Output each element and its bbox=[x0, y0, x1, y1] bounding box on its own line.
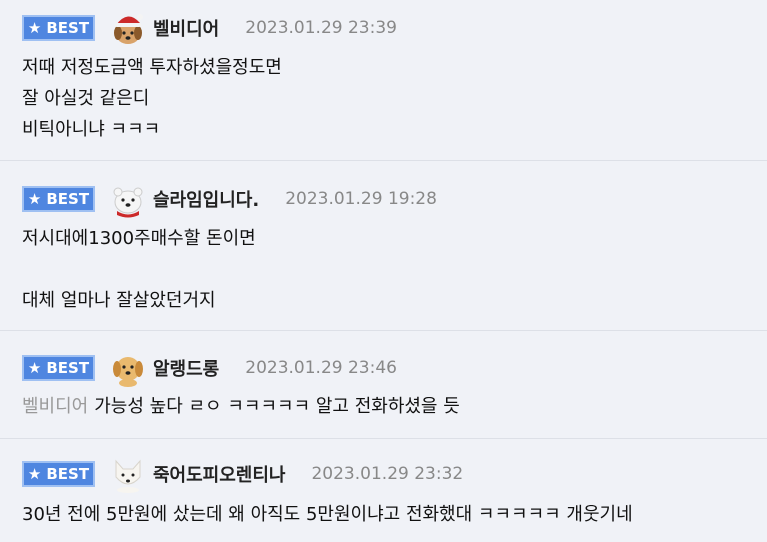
puppy-with-santa-hat-icon[interactable] bbox=[109, 9, 147, 47]
star-icon: ★ bbox=[27, 18, 42, 37]
comment-line: 30년 전에 5만원에 샀는데 왜 아직도 5만원이냐고 전화했대 ㅋㅋㅋㅋㅋ … bbox=[22, 504, 633, 525]
comment-date: 2023.01.29 19:28 bbox=[285, 189, 437, 209]
star-icon: ★ bbox=[27, 464, 42, 483]
best-badge: ★ BEST bbox=[22, 186, 95, 212]
comment-date: 2023.01.29 23:39 bbox=[245, 18, 397, 38]
comment-header: ★ BEST 알랭드롱 2023.01.29 23:46 bbox=[22, 349, 397, 387]
comment-body: 30년 전에 5만원에 샀는데 왜 아직도 5만원이냐고 전화했대 ㅋㅋㅋㅋㅋ … bbox=[22, 499, 633, 530]
star-icon: ★ bbox=[27, 358, 42, 377]
comment-date: 2023.01.29 23:32 bbox=[311, 464, 464, 484]
best-badge: ★ BEST bbox=[22, 461, 95, 487]
reply-mention[interactable]: 벨비디어 bbox=[22, 396, 88, 417]
comment-author[interactable]: 벨비디어 bbox=[153, 15, 219, 41]
comment-line bbox=[22, 254, 256, 285]
comment-line: 대체 얼마나 잘살았던거지 bbox=[22, 290, 216, 311]
comment-author[interactable]: 죽어도피오렌티나 bbox=[153, 461, 285, 487]
comment-item: ★ BEST 죽어도피오렌티나 2023.01.29 23:32 30년 전에 … bbox=[0, 439, 767, 542]
star-icon: ★ bbox=[27, 189, 42, 208]
comment-line: 비틱아니냐 ㅋㅋㅋ bbox=[22, 119, 161, 140]
comment-line: 저때 저정도금액 투자하셨을정도면 bbox=[22, 57, 282, 78]
comment-line: 저시대에1300주매수할 돈이면 bbox=[22, 228, 256, 249]
comment-item: ★ BEST 벨비디어 2023.01.29 23:39 저때 저정도금액 투자… bbox=[0, 0, 767, 161]
comment-header: ★ BEST 죽어도피오렌티나 2023.01.29 23:32 bbox=[22, 455, 463, 493]
comment-body: 벨비디어 가능성 높다 ㄹㅇ ㅋㅋㅋㅋㅋ 알고 전화하셨을 듯 bbox=[22, 391, 460, 422]
comment-body: 저때 저정도금액 투자하셨을정도면 잘 아실것 같은디 비틱아니냐 ㅋㅋㅋ bbox=[22, 52, 282, 145]
comment-line: 가능성 높다 ㄹㅇ ㅋㅋㅋㅋㅋ 알고 전화하셨을 듯 bbox=[94, 396, 460, 417]
comment-line: 잘 아실것 같은디 bbox=[22, 88, 150, 109]
comment-author[interactable]: 슬라임입니다. bbox=[153, 186, 259, 212]
polar-bear-icon[interactable] bbox=[109, 180, 147, 218]
comment-author[interactable]: 알랭드롱 bbox=[153, 355, 219, 381]
best-badge: ★ BEST bbox=[22, 355, 95, 381]
white-fox-icon[interactable] bbox=[109, 455, 147, 493]
golden-puppy-icon[interactable] bbox=[109, 349, 147, 387]
comment-header: ★ BEST 벨비디어 2023.01.29 23:39 bbox=[22, 9, 397, 47]
comment-item: ★ BEST 알랭드롱 2023.01.29 23:46 벨비디어 가능성 높다 … bbox=[0, 331, 767, 439]
best-badge: ★ BEST bbox=[22, 15, 95, 41]
comment-body: 저시대에1300주매수할 돈이면 대체 얼마나 잘살았던거지 bbox=[22, 223, 256, 316]
comment-header: ★ BEST 슬라임입니다. 2023.01.29 19:28 bbox=[22, 180, 437, 218]
comment-date: 2023.01.29 23:46 bbox=[245, 358, 397, 378]
comment-item: ★ BEST 슬라임입니다. 2023.01.29 19:28 저시대에1300… bbox=[0, 161, 767, 331]
